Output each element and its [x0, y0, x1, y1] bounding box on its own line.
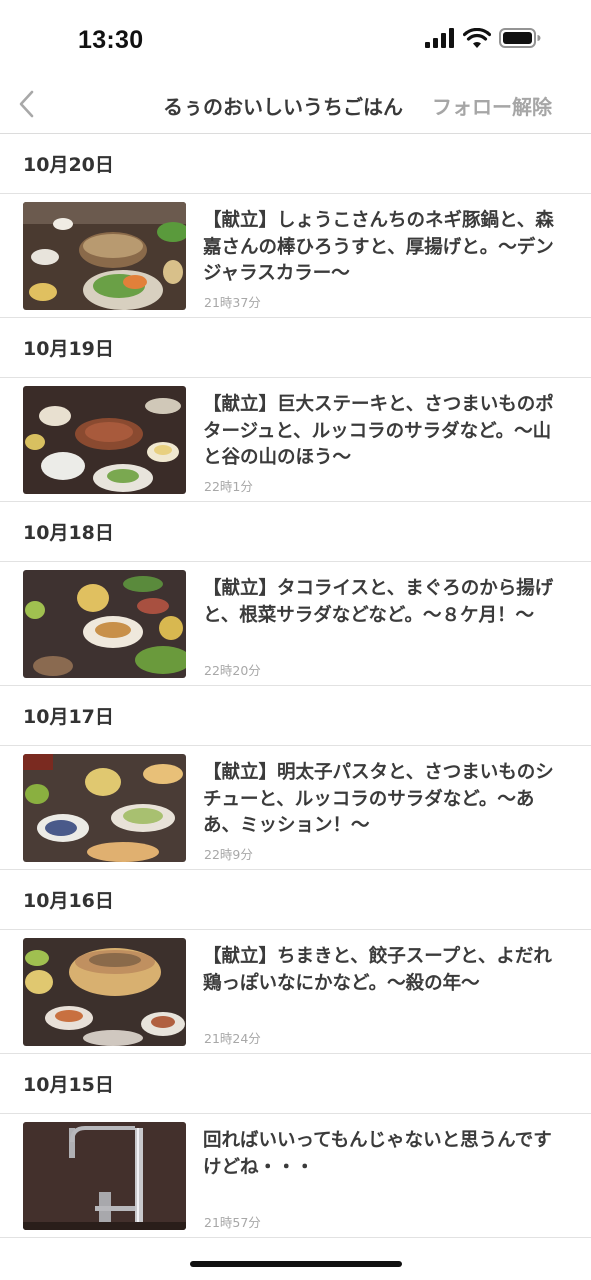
entry-time: 22時1分 — [204, 479, 253, 494]
entry-item[interactable]: 【献立】しょうこさんちのネギ豚鍋と、森嘉さんの棒ひろうすと、厚揚げと。〜デンジャ… — [0, 194, 591, 318]
chimaki-steamer-dinner-photo — [23, 938, 186, 1046]
status-icons — [425, 27, 541, 53]
entry-title: 【献立】しょうこさんちのネギ豚鍋と、森嘉さんの棒ひろうすと、厚揚げと。〜デンジャ… — [203, 210, 554, 284]
back-button[interactable] — [10, 86, 44, 126]
entry-time: 21時24分 — [204, 1031, 261, 1046]
taco-rice-dinner-photo — [23, 570, 186, 678]
entry-title: 回ればいいってもんじゃないと思うんですけどね・・・ — [203, 1130, 552, 1178]
wifi-icon — [462, 27, 492, 53]
date-header: 10月15日 — [0, 1054, 591, 1114]
entry-time: 21時37分 — [204, 295, 261, 310]
entry-title: 【献立】ちまきと、餃子スープと、よだれ鶏っぽいなにかなど。〜殺の年〜 — [203, 946, 552, 994]
home-indicator[interactable] — [190, 1261, 402, 1267]
unfollow-button[interactable]: フォロー解除 — [432, 91, 552, 120]
page-title: るぅのおいしいうちごはん — [163, 95, 403, 119]
date-header: 10月16日 — [0, 870, 591, 930]
date-header: 10月17日 — [0, 686, 591, 746]
hot-pot-dinner-photo — [23, 202, 186, 310]
date-header: 10月18日 — [0, 502, 591, 562]
date-header: 10月20日 — [0, 134, 591, 194]
entry-item[interactable]: 【献立】タコライスと、まぐろのから揚げと、根菜サラダなどなど。〜８ケ月！〜 22… — [0, 562, 591, 686]
entry-item[interactable]: 【献立】明太子パスタと、さつまいものシチューと、ルッコラのサラダなど。〜ああ、ミ… — [0, 746, 591, 870]
date-header: 10月19日 — [0, 318, 591, 378]
status-bar: 13:30 — [0, 0, 591, 80]
entry-title: 【献立】明太子パスタと、さつまいものシチューと、ルッコラのサラダなど。〜ああ、ミ… — [203, 762, 554, 836]
entry-item[interactable]: 回ればいいってもんじゃないと思うんですけどね・・・ 21時57分 — [0, 1114, 591, 1238]
chevron-left-icon — [17, 89, 37, 123]
status-time: 13:30 — [78, 26, 144, 54]
entry-item[interactable]: 【献立】巨大ステーキと、さつまいものポタージュと、ルッコラのサラダなど。〜山と谷… — [0, 378, 591, 502]
entry-time: 22時9分 — [204, 847, 253, 862]
entry-title: 【献立】タコライスと、まぐろのから揚げと、根菜サラダなどなど。〜８ケ月！〜 — [203, 578, 554, 626]
steak-dinner-photo — [23, 386, 186, 494]
entry-time: 22時20分 — [204, 663, 261, 678]
entry-item[interactable]: 【献立】ちまきと、餃子スープと、よだれ鶏っぽいなにかなど。〜殺の年〜 21時24… — [0, 930, 591, 1054]
entry-time: 21時57分 — [204, 1215, 261, 1230]
kitchen-faucet-photo — [23, 1122, 186, 1230]
nav-bar: るぅのおいしいうちごはん フォロー解除 — [0, 80, 591, 134]
entry-title: 【献立】巨大ステーキと、さつまいものポタージュと、ルッコラのサラダなど。〜山と谷… — [203, 394, 554, 468]
battery-icon — [499, 27, 541, 53]
cellular-signal-icon — [425, 28, 455, 52]
entry-list: 10月20日 【献立】しょうこさんちのネギ豚鍋と、森嘉さんの棒ひろうすと、厚揚げ… — [0, 134, 591, 1238]
mentaiko-pasta-dinner-photo — [23, 754, 186, 862]
